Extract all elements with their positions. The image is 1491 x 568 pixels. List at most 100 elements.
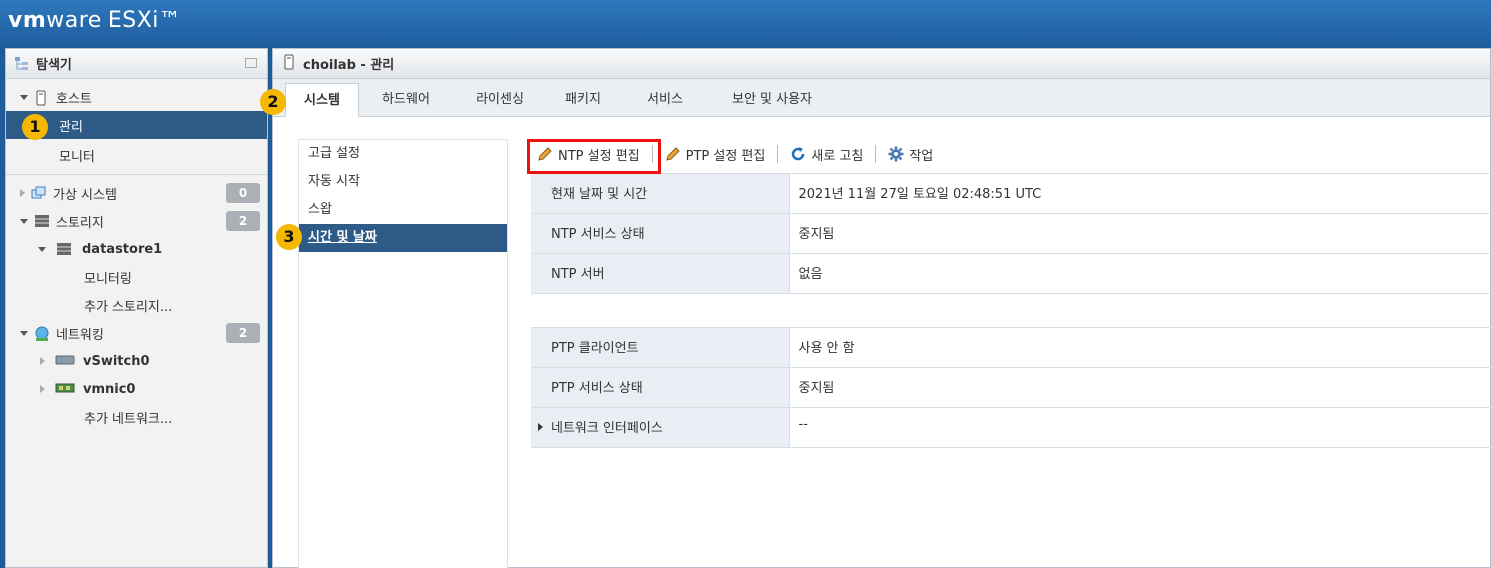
tree-virtual-machines[interactable]: 가상 시스템 0 bbox=[6, 179, 267, 207]
network-icon bbox=[34, 326, 50, 341]
subnav-advanced-settings[interactable]: 고급 설정 bbox=[299, 140, 507, 168]
caret-down-icon[interactable] bbox=[20, 94, 28, 100]
tree-vswitch0-label: vSwitch0 bbox=[83, 353, 150, 369]
navigator-title: 탐색기 bbox=[36, 58, 72, 73]
step-marker-1: 1 bbox=[22, 114, 48, 140]
nic-icon bbox=[55, 382, 77, 396]
tree-monitor[interactable]: 모니터 bbox=[6, 141, 267, 169]
tree-datastore1-label: datastore1 bbox=[82, 241, 163, 257]
tree-monitoring-label: 모니터링 bbox=[84, 271, 132, 287]
tab-packages[interactable]: 패키지 bbox=[553, 83, 613, 117]
tree-networking[interactable]: 네트워킹 2 bbox=[6, 319, 267, 347]
table-row: NTP 서버 없음 bbox=[531, 253, 1491, 294]
step-marker-2: 2 bbox=[260, 89, 286, 115]
tree-add-storage-label: 추가 스토리지... bbox=[84, 299, 173, 315]
network-count-badge: 2 bbox=[226, 323, 260, 343]
tab-services[interactable]: 서비스 bbox=[635, 83, 695, 117]
tree-monitoring[interactable]: 모니터링 bbox=[6, 263, 267, 291]
refresh-button[interactable]: 새로 고침 bbox=[784, 141, 869, 167]
refresh-icon bbox=[792, 147, 805, 161]
caret-right-icon[interactable] bbox=[40, 385, 45, 393]
prop-key: 현재 날짜 및 시간 bbox=[531, 173, 790, 214]
tree-add-network-label: 추가 네트워크... bbox=[84, 411, 173, 427]
prop-value: 중지됨 bbox=[789, 213, 1491, 254]
prop-value: -- bbox=[789, 407, 1491, 448]
expand-caret-icon[interactable] bbox=[538, 423, 543, 431]
table-row: 현재 날짜 및 시간 2021년 11월 27일 토요일 02:48:51 UT… bbox=[531, 173, 1491, 214]
tree-monitor-label: 모니터 bbox=[59, 149, 95, 165]
pencil-icon bbox=[665, 147, 680, 161]
prop-value: 중지됨 bbox=[789, 367, 1491, 408]
tab-security-users[interactable]: 보안 및 사용자 bbox=[717, 83, 827, 117]
subnav-swap[interactable]: 스왑 bbox=[299, 196, 507, 224]
ntp-properties-table: 현재 날짜 및 시간 2021년 11월 27일 토요일 02:48:51 UT… bbox=[531, 173, 1491, 294]
page-title: choilab - 관리 bbox=[303, 58, 395, 73]
storage-icon bbox=[34, 214, 50, 228]
caret-right-icon[interactable] bbox=[20, 189, 25, 197]
vms-count-badge: 0 bbox=[226, 183, 260, 203]
vswitch-icon bbox=[55, 354, 77, 368]
ptp-edit-button[interactable]: PTP 설정 편집 bbox=[659, 141, 772, 167]
tree-divider bbox=[6, 174, 267, 175]
tab-bar: 시스템 하드웨어 라이센싱 패키지 서비스 보안 및 사용자 bbox=[273, 79, 1490, 117]
tree-networking-label: 네트워킹 bbox=[56, 327, 104, 343]
table-row: PTP 클라이언트 사용 안 함 bbox=[531, 327, 1491, 368]
prop-key: PTP 클라이언트 bbox=[531, 327, 790, 368]
storage-count-badge: 2 bbox=[226, 211, 260, 231]
prop-value: 없음 bbox=[789, 253, 1491, 294]
tree-manage-label: 관리 bbox=[59, 119, 83, 135]
tab-hardware[interactable]: 하드웨어 bbox=[369, 83, 443, 117]
step-marker-3: 3 bbox=[276, 224, 302, 250]
tree-storage-label: 스토리지 bbox=[56, 215, 104, 231]
toolbar-separator bbox=[777, 145, 779, 163]
tree-host[interactable]: 호스트 bbox=[6, 83, 267, 111]
tree-datastore1[interactable]: datastore1 bbox=[6, 235, 267, 263]
prop-key-label: 네트워크 인터페이스 bbox=[551, 421, 663, 436]
ptp-properties-table: PTP 클라이언트 사용 안 함 PTP 서비스 상태 중지됨 네트워크 인터페… bbox=[531, 327, 1491, 448]
tree-add-network[interactable]: 추가 네트워크... bbox=[6, 403, 267, 431]
caret-down-icon[interactable] bbox=[38, 246, 46, 252]
main-panel: choilab - 관리 시스템 하드웨어 라이센싱 패키지 서비스 보안 및 … bbox=[272, 48, 1491, 568]
main-header: choilab - 관리 bbox=[273, 49, 1490, 79]
host-icon bbox=[34, 90, 50, 106]
vmware-esxi-logo[interactable]: vmware ESXi™ bbox=[8, 8, 181, 33]
prop-key: 네트워크 인터페이스 bbox=[531, 407, 790, 448]
vm-icon bbox=[31, 186, 47, 200]
tab-licensing[interactable]: 라이센싱 bbox=[463, 83, 537, 117]
navigator-icon bbox=[14, 56, 30, 72]
tree-host-label: 호스트 bbox=[56, 91, 92, 107]
prop-key: NTP 서비스 상태 bbox=[531, 213, 790, 254]
tree-vswitch0[interactable]: vSwitch0 bbox=[6, 347, 267, 375]
gear-icon bbox=[888, 146, 904, 162]
prop-key: NTP 서버 bbox=[531, 253, 790, 294]
caret-right-icon[interactable] bbox=[40, 357, 45, 365]
tree-add-storage[interactable]: 추가 스토리지... bbox=[6, 291, 267, 319]
prop-value: 사용 안 함 bbox=[789, 327, 1491, 368]
toolbar-separator bbox=[875, 145, 877, 163]
refresh-label: 새로 고침 bbox=[811, 148, 864, 164]
caret-down-icon[interactable] bbox=[20, 218, 28, 224]
tab-system[interactable]: 시스템 bbox=[285, 83, 359, 117]
tree-vmnic0-label: vmnic0 bbox=[83, 381, 136, 397]
collapse-icon[interactable] bbox=[245, 58, 257, 68]
top-bar: vmware ESXi™ bbox=[0, 0, 1491, 44]
subnav-time-date[interactable]: 시간 및 날짜 bbox=[299, 224, 507, 252]
host-icon bbox=[283, 54, 295, 74]
brand-ware: ware bbox=[46, 8, 102, 33]
tree-storage[interactable]: 스토리지 2 bbox=[6, 207, 267, 235]
tree-vmnic0[interactable]: vmnic0 bbox=[6, 375, 267, 403]
brand-vm: vm bbox=[8, 8, 47, 33]
navigator-header: 탐색기 bbox=[6, 49, 267, 79]
brand-product: ESXi™ bbox=[107, 8, 182, 33]
tree-vms-label: 가상 시스템 bbox=[53, 187, 117, 203]
prop-value: 2021년 11월 27일 토요일 02:48:51 UTC bbox=[789, 173, 1491, 214]
prop-key: PTP 서비스 상태 bbox=[531, 367, 790, 408]
table-row-expandable[interactable]: 네트워크 인터페이스 -- bbox=[531, 407, 1491, 448]
actions-label: 작업 bbox=[909, 148, 934, 164]
ptp-edit-label: PTP 설정 편집 bbox=[685, 148, 766, 164]
actions-button[interactable]: 작업 bbox=[882, 141, 939, 167]
table-row: NTP 서비스 상태 중지됨 bbox=[531, 213, 1491, 254]
subnav-autostart[interactable]: 자동 시작 bbox=[299, 168, 507, 196]
system-subnav: 고급 설정 자동 시작 스왑 시간 및 날짜 bbox=[298, 139, 508, 568]
caret-down-icon[interactable] bbox=[20, 330, 28, 336]
